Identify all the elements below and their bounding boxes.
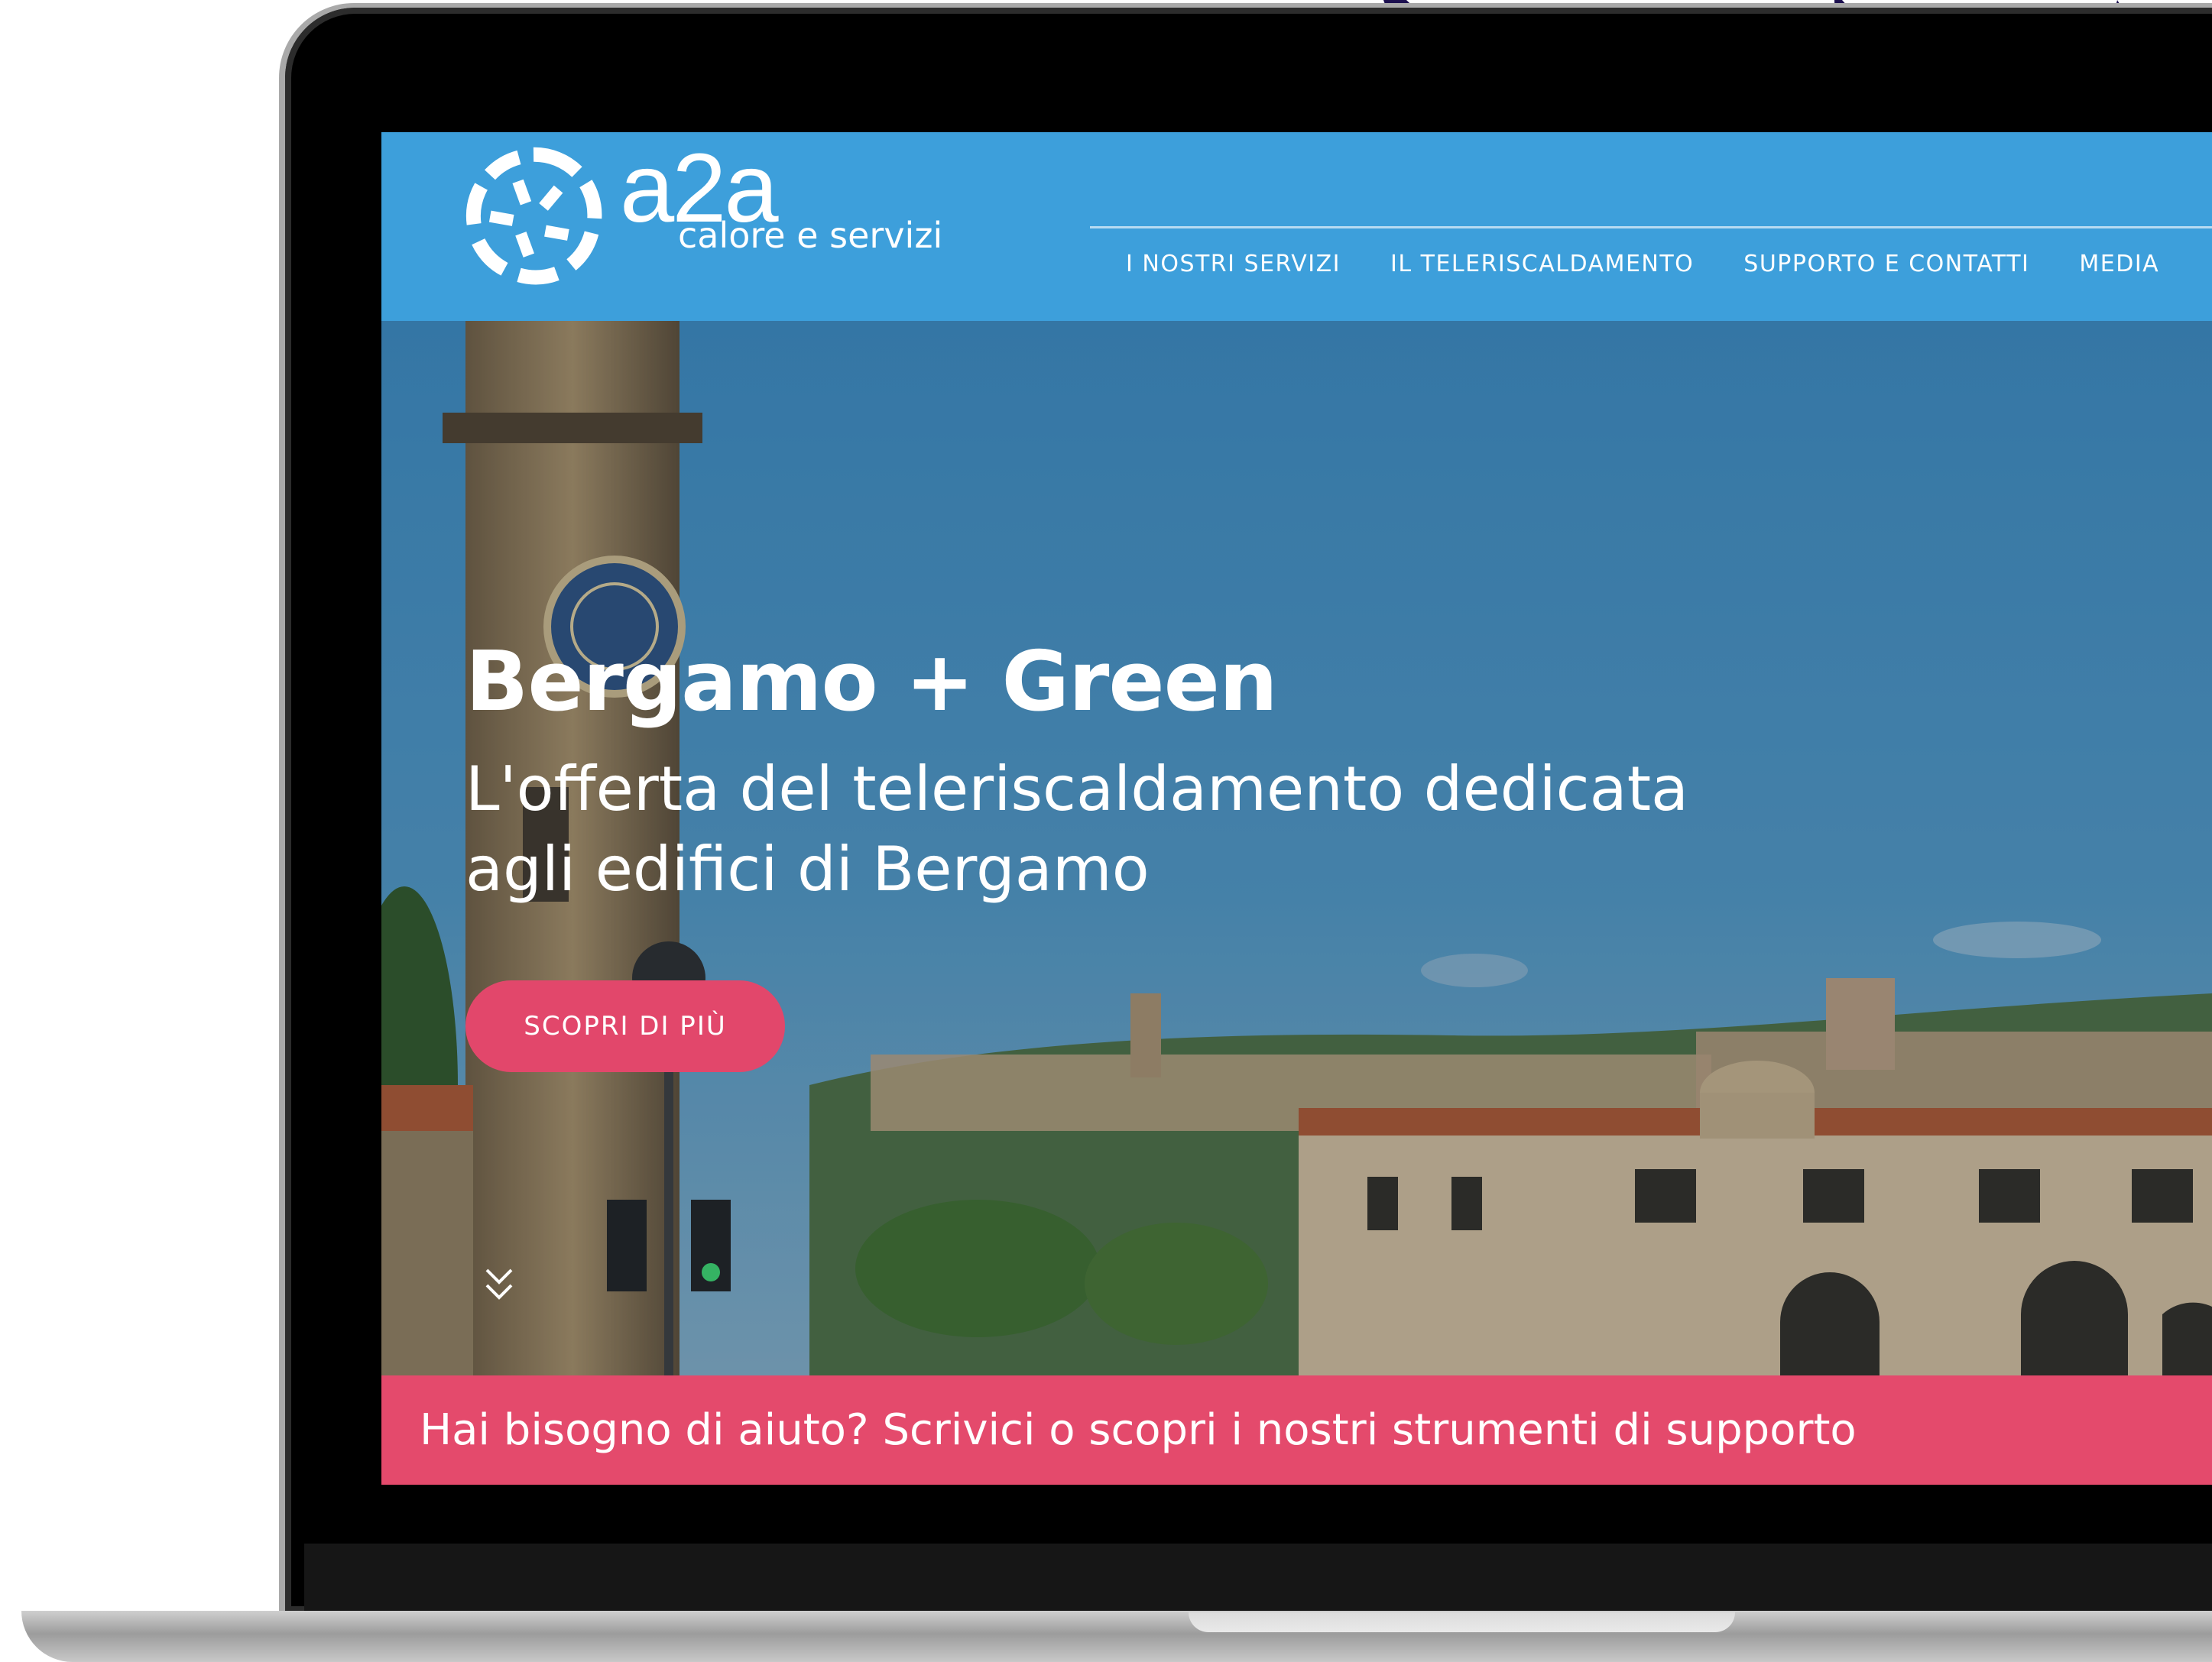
help-bar[interactable]: Hai bisogno di aiuto? Scrivici o scopri … xyxy=(381,1375,2212,1485)
nav-item-media[interactable]: MEDIA xyxy=(2079,251,2159,277)
a2a-logo-icon[interactable] xyxy=(461,143,606,288)
hero-title: Bergamo + Green xyxy=(465,634,1278,730)
scopri-di-piu-button[interactable]: SCOPRI DI PIÙ xyxy=(465,980,785,1072)
nav-item-teleriscaldamento[interactable]: IL TELERISCALDAMENTO xyxy=(1390,251,1694,277)
site-header: a2a calore e servizi I NOSTRI SERVIZI IL… xyxy=(381,132,2212,321)
nav-divider xyxy=(1090,226,2212,228)
hero-subtitle: L'offerta del teleriscaldamento dedicata… xyxy=(465,753,1689,905)
double-chevron-down-icon[interactable] xyxy=(482,1262,516,1308)
website-screen: a2a calore e servizi I NOSTRI SERVIZI IL… xyxy=(381,132,2212,1485)
hero-banner: Bergamo + Green L'offerta del teleriscal… xyxy=(381,321,2212,1375)
help-bar-text[interactable]: Hai bisogno di aiuto? Scrivici o scopri … xyxy=(420,1405,1857,1455)
logo-tagline: calore e servizi xyxy=(678,215,943,256)
laptop-base xyxy=(21,1611,2212,1662)
laptop-notch xyxy=(1189,1612,1735,1632)
main-nav: I NOSTRI SERVIZI IL TELERISCALDAMENTO SU… xyxy=(1126,251,2159,277)
laptop-chin xyxy=(304,1544,2212,1611)
nav-item-servizi[interactable]: I NOSTRI SERVIZI xyxy=(1126,251,1341,277)
nav-item-supporto[interactable]: SUPPORTO E CONTATTI xyxy=(1743,251,2029,277)
